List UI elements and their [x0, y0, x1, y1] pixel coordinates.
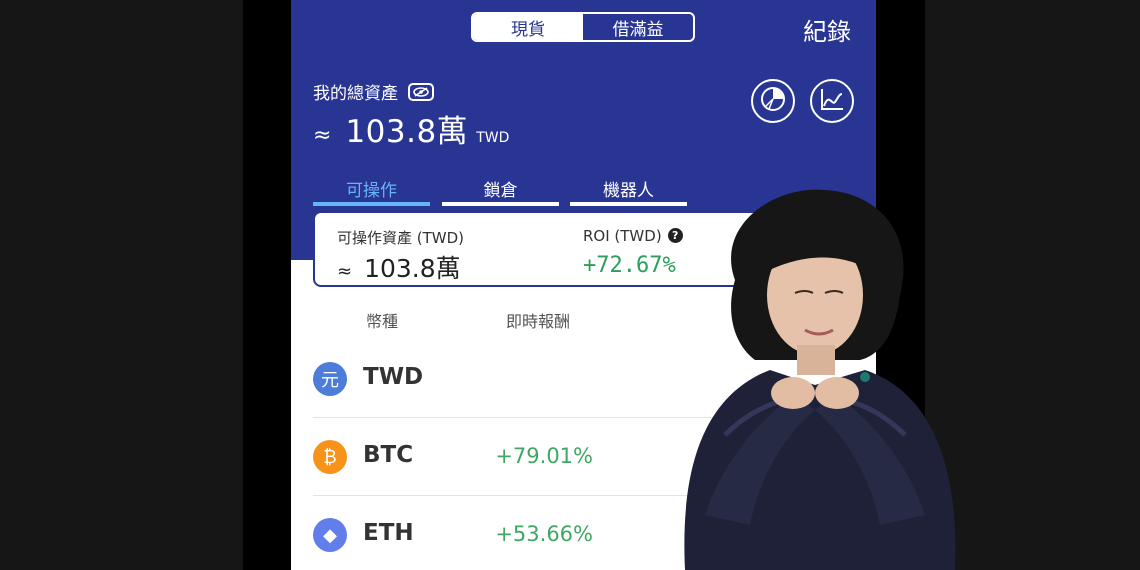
pie-chart-icon — [760, 86, 786, 116]
market-segment-control: 現貨 借滿益 — [471, 12, 695, 42]
coin-symbol: TWD — [363, 364, 424, 390]
approx-symbol: ≈ — [337, 261, 353, 282]
coin-symbol: ETH — [363, 520, 414, 546]
tab-tradable[interactable]: 可操作 — [313, 176, 430, 206]
total-assets-label-row: 我的總資產 — [313, 79, 434, 104]
tab-underline — [313, 202, 430, 206]
tradable-assets-label: 可操作資產 (TWD) — [337, 229, 465, 247]
tradable-assets-value: 103.8萬 — [364, 254, 461, 283]
asset-tabs: 可操作 鎖倉 機器人 — [313, 176, 693, 206]
total-assets-value-row: ≈ 103.8萬 TWD — [313, 106, 509, 151]
btc-coin-icon: ₿ — [313, 440, 347, 474]
record-button[interactable]: 紀錄 — [803, 12, 851, 47]
eye-hidden-icon[interactable] — [408, 82, 434, 101]
column-realtime-roi[interactable]: 即時報酬 — [506, 308, 570, 332]
segment-spot[interactable]: 現貨 — [473, 14, 583, 40]
tradable-assets-value-row: ≈103.8萬 — [337, 249, 461, 285]
tab-tradable-label: 可操作 — [346, 181, 397, 201]
total-assets-value: 103.8萬 — [345, 114, 469, 150]
left-dark-panel — [0, 0, 243, 570]
roi-label: ROI (TWD) — [583, 227, 662, 245]
total-assets-unit: TWD — [476, 130, 510, 146]
tab-locked-label: 鎖倉 — [483, 181, 518, 201]
approx-symbol: ≈ — [313, 123, 332, 148]
coin-roi: +53.66% — [495, 522, 593, 546]
twd-coin-icon: 元 — [313, 362, 347, 396]
roi-value: +72.67% — [583, 253, 676, 278]
eth-coin-icon: ◆ — [313, 518, 347, 552]
tab-underline — [442, 202, 559, 206]
total-assets-label: 我的總資產 — [313, 84, 398, 104]
trend-chart-button[interactable] — [810, 79, 854, 123]
tab-robot-label: 機器人 — [603, 181, 654, 201]
segment-lending[interactable]: 借滿益 — [583, 14, 693, 40]
coin-symbol: BTC — [363, 442, 414, 468]
column-coin[interactable]: 幣種 — [366, 308, 398, 332]
line-chart-icon — [819, 86, 845, 116]
pie-chart-button[interactable] — [751, 79, 795, 123]
person-photo-overlay — [684, 189, 956, 570]
tab-locked[interactable]: 鎖倉 — [442, 176, 559, 206]
coin-roi: +79.01% — [495, 444, 593, 468]
